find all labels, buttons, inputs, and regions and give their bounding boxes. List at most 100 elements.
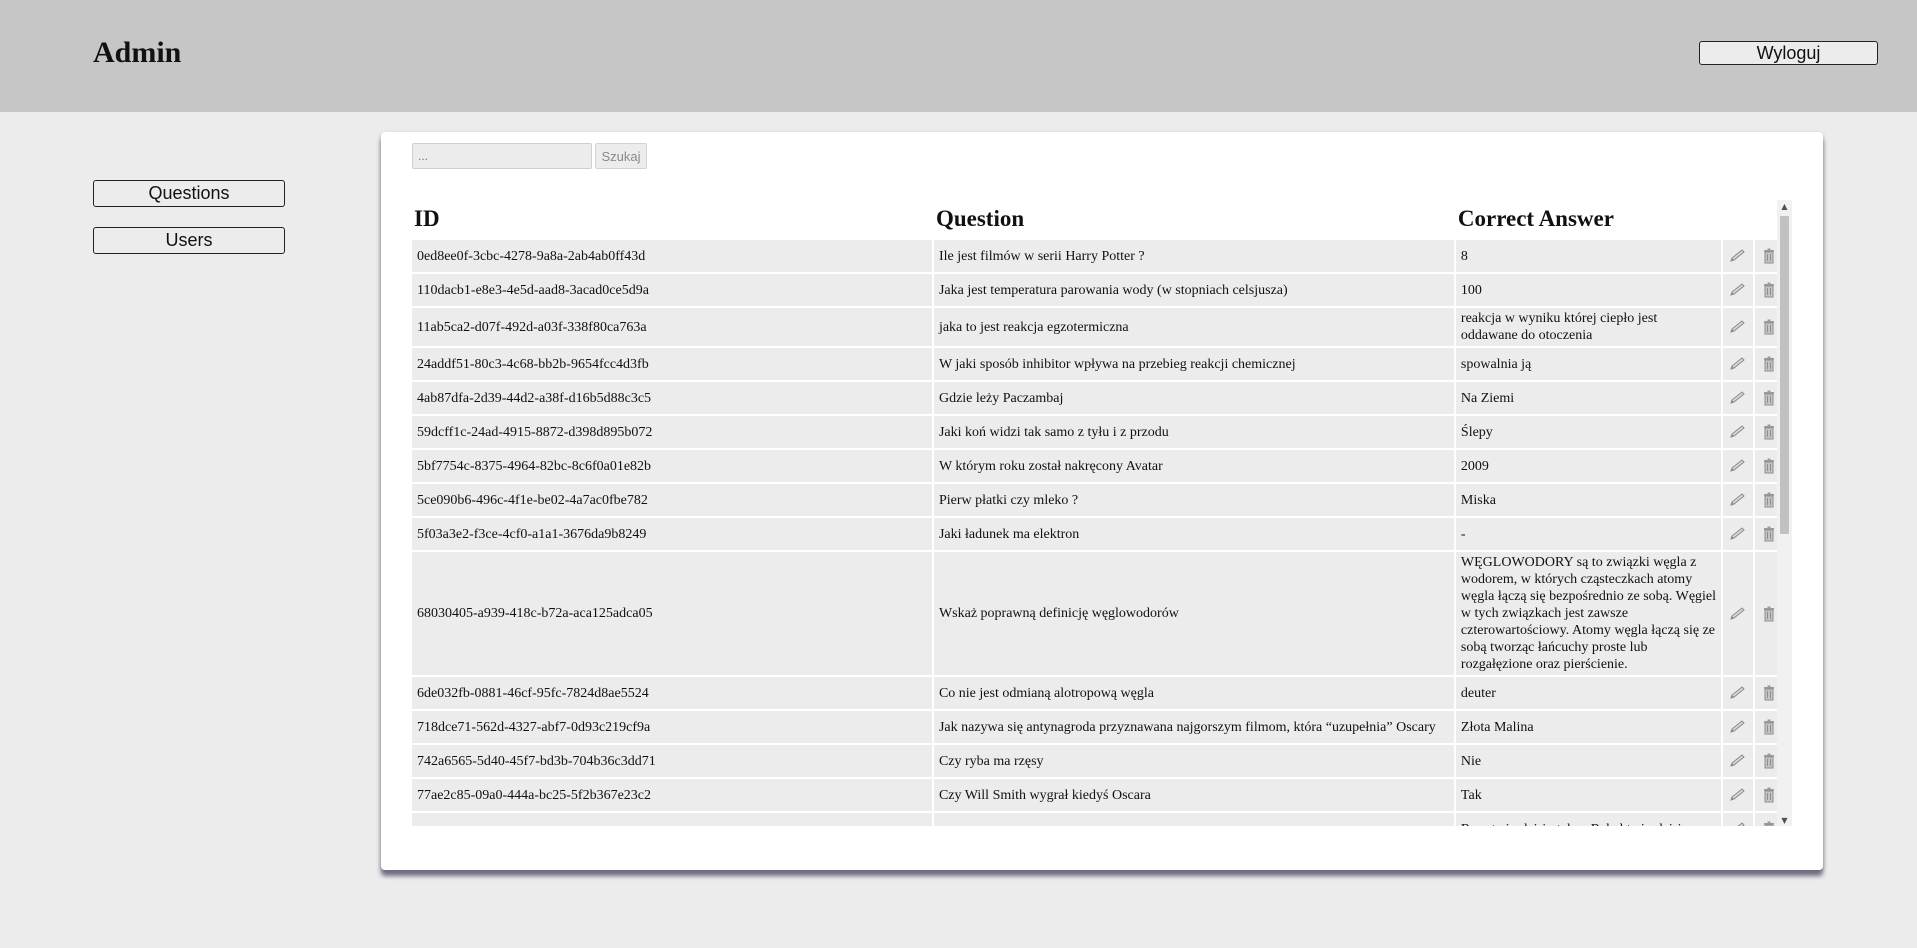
- cell-id: 68030405-a939-418c-b72a-aca125adca05: [412, 552, 932, 675]
- cell-correct-answer: spowalnia ją: [1455, 348, 1722, 380]
- table-row: 5bf7754c-8375-4964-82bc-8c6f0a01e82b W kt…: [412, 450, 1784, 482]
- cell-correct-answer: Ślepy: [1455, 416, 1722, 448]
- edit-button[interactable]: [1723, 308, 1753, 346]
- table-row: 5f03a3e2-f3ce-4cf0-a1a1-3676da9b8249 Jaki…: [412, 518, 1784, 550]
- edit-button[interactable]: [1723, 552, 1753, 675]
- pencil-icon: [1723, 283, 1752, 297]
- scroll-up-arrow-icon[interactable]: ▲: [1777, 200, 1792, 212]
- cell-question: Co nie jest odmianą alotropową węgla: [933, 677, 1454, 709]
- cell-question: Jaka jest temperatura parowania wody (w …: [933, 274, 1454, 306]
- cell-question: Czy Will Smith wygrał kiedyś Oscara: [933, 779, 1454, 811]
- pencil-icon: [1723, 606, 1752, 621]
- edit-button[interactable]: [1723, 677, 1753, 709]
- cell-id: 6de032fb-0881-46cf-95fc-7824d8ae5524: [412, 677, 932, 709]
- pencil-icon: [1723, 249, 1752, 263]
- pencil-icon: [1723, 754, 1752, 768]
- column-header-id: ID: [414, 206, 440, 231]
- pencil-icon: [1723, 459, 1752, 473]
- edit-button[interactable]: [1723, 484, 1753, 516]
- pencil-icon: [1723, 788, 1752, 802]
- pencil-icon: [1723, 425, 1752, 439]
- cell-question: W jaki sposób inhibitor wpływa na przebi…: [933, 348, 1454, 380]
- table-row: 110dacb1-e8e3-4e5d-aad8-3acad0ce5d9a Jaka…: [412, 274, 1784, 306]
- questions-table: ID Question Correct Answer 0ed8ee0f-3cbc…: [412, 200, 1786, 826]
- cell-question: Jaki ładunek ma elektron: [933, 518, 1454, 550]
- cell-question: Czy ryba ma rzęsy: [933, 745, 1454, 777]
- cell-id: 5f03a3e2-f3ce-4cf0-a1a1-3676da9b8249: [412, 518, 932, 550]
- cell-correct-answer: Złota Malina: [1455, 711, 1722, 743]
- edit-button[interactable]: [1723, 745, 1753, 777]
- cell-id: 24addf51-80c3-4c68-bb2b-9654fcc4d3fb: [412, 348, 932, 380]
- pencil-icon: [1723, 720, 1752, 734]
- questions-panel: Szukaj ID Question Correct Answer 0ed8ee…: [381, 132, 1823, 870]
- edit-button[interactable]: [1723, 240, 1753, 272]
- table-row: 4ab87dfa-2d39-44d2-a38f-d16b5d88c3c5 Gdzi…: [412, 382, 1784, 414]
- table-row: 59dcff1c-24ad-4915-8872-d398d895b072 Jaki…: [412, 416, 1784, 448]
- edit-button[interactable]: [1723, 450, 1753, 482]
- cell-question: Jak nazywa się antynagroda przyznawana n…: [933, 711, 1454, 743]
- cell-question: Pierw płatki czy mleko ?: [933, 484, 1454, 516]
- cell-id: 4ab87dfa-2d39-44d2-a38f-d16b5d88c3c5: [412, 382, 932, 414]
- cell-question: jaka to jest reakcja egzotermiczna: [933, 308, 1454, 346]
- pencil-icon: [1723, 493, 1752, 507]
- search-input[interactable]: [412, 143, 592, 169]
- cell-id: 110dacb1-e8e3-4e5d-aad8-3acad0ce5d9a: [412, 274, 932, 306]
- cell-correct-answer: reakcja w wyniku której ciepło jest odda…: [1455, 308, 1722, 346]
- pencil-icon: [1723, 320, 1752, 334]
- table-row: Ross twierdzi że tak, a Rahel twierdzi ż…: [412, 813, 1784, 826]
- column-header-edit: [1723, 200, 1752, 238]
- cell-question: Ile jest filmów w serii Harry Potter ?: [933, 240, 1454, 272]
- top-bar: Admin Wyloguj: [0, 0, 1917, 112]
- table-row: 6de032fb-0881-46cf-95fc-7824d8ae5524 Co n…: [412, 677, 1784, 709]
- cell-id: 5bf7754c-8375-4964-82bc-8c6f0a01e82b: [412, 450, 932, 482]
- edit-button[interactable]: [1723, 779, 1753, 811]
- sidebar-item-questions[interactable]: Questions: [93, 180, 285, 207]
- scroll-thumb[interactable]: [1780, 216, 1789, 534]
- column-header-correct-answer: Correct Answer: [1457, 206, 1614, 231]
- cell-question: Wskaż poprawną definicję węglowodorów: [933, 552, 1454, 675]
- edit-button[interactable]: [1723, 416, 1753, 448]
- table-body: 0ed8ee0f-3cbc-4278-9a8a-2ab4ab0ff43d Ile …: [412, 240, 1784, 826]
- cell-correct-answer: Tak: [1455, 779, 1722, 811]
- edit-button[interactable]: [1723, 274, 1753, 306]
- cell-question: Gdzie leży Paczambaj: [933, 382, 1454, 414]
- questions-table-container[interactable]: ID Question Correct Answer 0ed8ee0f-3cbc…: [412, 200, 1788, 826]
- scroll-down-arrow-icon[interactable]: ▼: [1777, 814, 1792, 826]
- edit-button[interactable]: [1723, 518, 1753, 550]
- search-button[interactable]: Szukaj: [595, 143, 647, 169]
- table-scrollbar[interactable]: ▲ ▼: [1777, 200, 1792, 826]
- table-header-row: ID Question Correct Answer: [412, 200, 1784, 238]
- cell-id: [412, 813, 932, 826]
- cell-correct-answer: deuter: [1455, 677, 1722, 709]
- logout-button[interactable]: Wyloguj: [1699, 41, 1878, 65]
- pencil-icon: [1723, 357, 1752, 371]
- table-row: 742a6565-5d40-45f7-bd3b-704b36c3dd71 Czy …: [412, 745, 1784, 777]
- cell-correct-answer: Na Ziemi: [1455, 382, 1722, 414]
- cell-correct-answer: WĘGLOWODORY są to związki węgla z wodore…: [1455, 552, 1722, 675]
- cell-id: 11ab5ca2-d07f-492d-a03f-338f80ca763a: [412, 308, 932, 346]
- cell-correct-answer: 100: [1455, 274, 1722, 306]
- sidebar-item-users[interactable]: Users: [93, 227, 285, 254]
- pencil-icon: [1723, 686, 1752, 700]
- app-title: Admin: [93, 36, 182, 69]
- cell-correct-answer: Ross twierdzi że tak, a Rahel twierdzi ż…: [1455, 813, 1722, 826]
- cell-id: 59dcff1c-24ad-4915-8872-d398d895b072: [412, 416, 932, 448]
- cell-question: W którym roku został nakręcony Avatar: [933, 450, 1454, 482]
- edit-button[interactable]: [1723, 348, 1753, 380]
- table-row: 718dce71-562d-4327-abf7-0d93c219cf9a Jak …: [412, 711, 1784, 743]
- edit-button[interactable]: [1723, 382, 1753, 414]
- cell-question: Jaki koń widzi tak samo z tyłu i z przod…: [933, 416, 1454, 448]
- edit-button[interactable]: [1723, 711, 1753, 743]
- edit-button[interactable]: [1723, 813, 1753, 826]
- pencil-icon: [1723, 822, 1752, 826]
- cell-correct-answer: Nie: [1455, 745, 1722, 777]
- pencil-icon: [1723, 527, 1752, 541]
- column-header-question: Question: [935, 206, 1025, 231]
- table-row: 24addf51-80c3-4c68-bb2b-9654fcc4d3fb W ja…: [412, 348, 1784, 380]
- table-row: 77ae2c85-09a0-444a-bc25-5f2b367e23c2 Czy …: [412, 779, 1784, 811]
- cell-id: 742a6565-5d40-45f7-bd3b-704b36c3dd71: [412, 745, 932, 777]
- table-row: 68030405-a939-418c-b72a-aca125adca05 Wska…: [412, 552, 1784, 675]
- table-row: 11ab5ca2-d07f-492d-a03f-338f80ca763a jaka…: [412, 308, 1784, 346]
- cell-id: 0ed8ee0f-3cbc-4278-9a8a-2ab4ab0ff43d: [412, 240, 932, 272]
- cell-correct-answer: -: [1455, 518, 1722, 550]
